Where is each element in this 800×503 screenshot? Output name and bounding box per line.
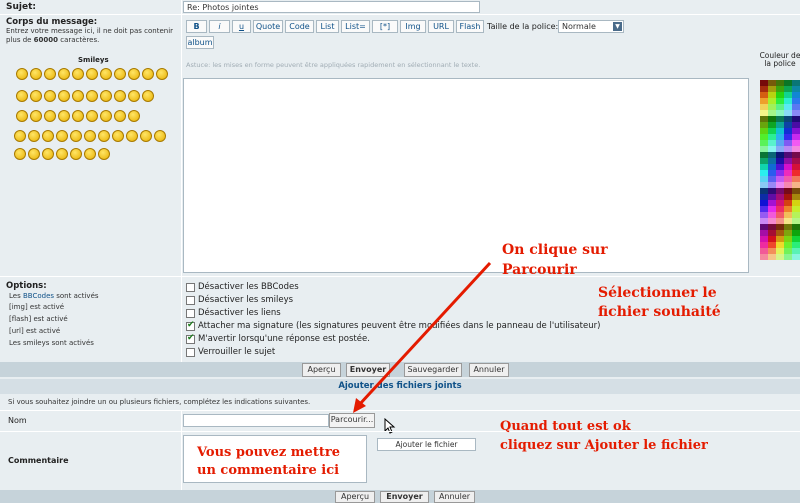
annotation-file-text: fichier souhaité [598,304,721,320]
annotation-select-text: Sélectionner le [598,285,717,301]
annotation-browse-text: Parcourir [502,262,577,278]
annotation-click-text: On clique sur [502,242,608,258]
post-form: Sujet: Re: Photos jointes Corps du messa… [0,0,800,503]
annotation-arrow [353,261,492,413]
annotation-ok-text: Quand tout est ok [500,419,631,434]
annotation-comment-text: Vous pouvez mettre [197,445,340,460]
annotation-add-text: cliquez sur Ajouter le fichier [500,438,708,453]
annotation-comment-text-2: un commentaire ici [197,463,340,478]
